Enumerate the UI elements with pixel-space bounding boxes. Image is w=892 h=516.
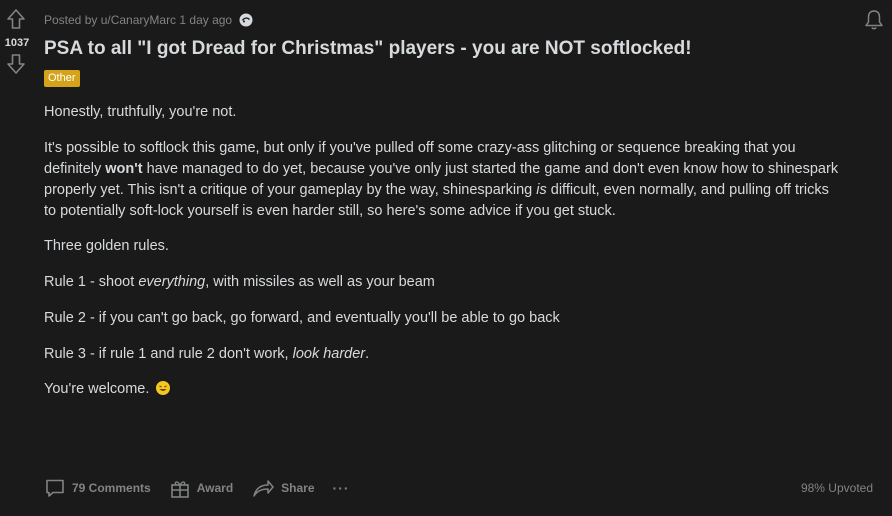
post-flair[interactable]: Other	[44, 70, 80, 87]
comment-bubble-icon	[46, 479, 64, 497]
more-options-button[interactable]: ···	[333, 475, 350, 501]
paragraph: Three golden rules.	[44, 238, 169, 254]
share-button[interactable]: Share	[251, 475, 315, 501]
text-span: You're welcome.	[44, 381, 150, 397]
post-meta: Posted by u/CanaryMarc 1 day ago	[44, 12, 254, 28]
award-label: Award	[196, 481, 234, 495]
italic-text: is	[536, 182, 547, 198]
italic-text: look harder	[292, 346, 366, 362]
italic-text: everything	[138, 274, 206, 290]
bold-text: won't	[105, 161, 143, 177]
paragraph: Honestly, truthfully, you're not.	[44, 104, 237, 120]
share-label: Share	[281, 481, 315, 495]
paragraph: It's possible to softlock this game, but…	[44, 138, 844, 222]
text-span: Rule 1 - shoot	[44, 274, 139, 290]
award-badge-icon[interactable]	[238, 12, 254, 28]
upvote-ratio: 98% Upvoted	[800, 481, 873, 495]
paragraph: Rule 1 - shoot everything, with missiles…	[44, 272, 435, 293]
paragraph: Rule 2 - if you can't go back, go forwar…	[44, 310, 560, 326]
comments-button[interactable]: 79 Comments	[44, 475, 151, 501]
paragraph: Rule 3 - if rule 1 and rule 2 don't work…	[44, 344, 369, 365]
comments-label: 79 Comments	[72, 481, 151, 495]
laughing-emoji-icon	[156, 381, 171, 395]
post-actions: 79 Comments Award Share ···	[44, 475, 368, 501]
more-dots-icon: ···	[332, 480, 350, 496]
share-arrow-icon	[253, 480, 274, 497]
award-button[interactable]: Award	[169, 475, 233, 501]
post-title[interactable]: PSA to all "I got Dread for Christmas" p…	[44, 38, 692, 60]
downvote-arrow-icon[interactable]	[6, 53, 26, 75]
posted-by-text[interactable]: Posted by u/CanaryMarc 1 day ago	[44, 13, 232, 27]
text-span: Rule 3 - if rule 1 and rule 2 don't work…	[44, 346, 293, 362]
notification-bell-icon[interactable]	[862, 8, 886, 32]
text-span: , with missiles as well as your beam	[205, 274, 435, 290]
gift-icon	[170, 481, 189, 498]
paragraph: You're welcome.	[44, 379, 171, 400]
upvote-arrow-icon[interactable]	[6, 8, 26, 30]
vote-score: 1037	[4, 37, 30, 49]
text-span: .	[365, 346, 370, 362]
